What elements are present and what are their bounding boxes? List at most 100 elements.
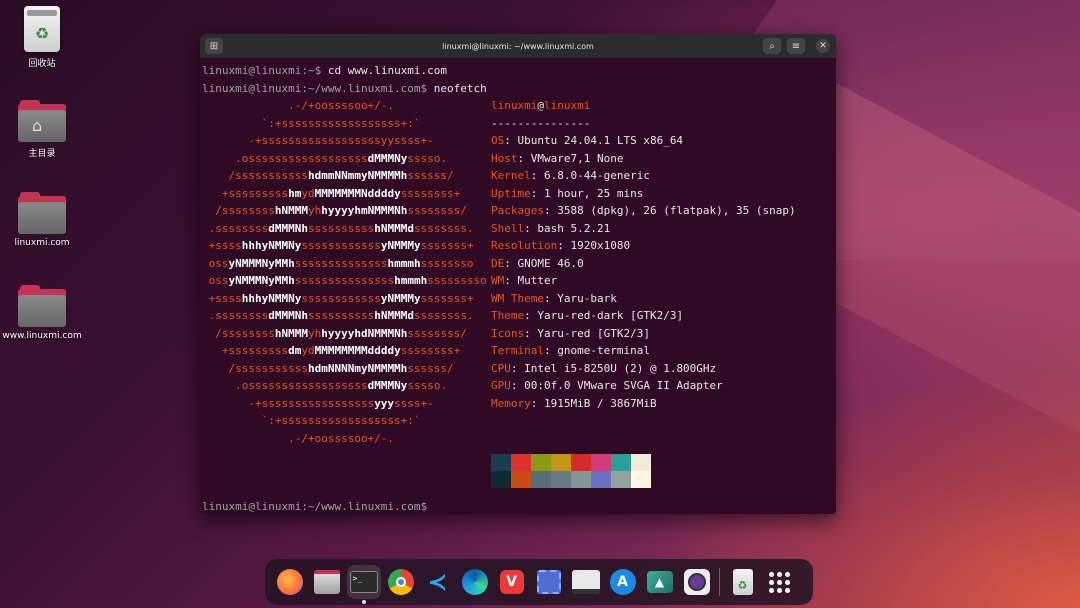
dock-camera[interactable] [680,565,714,599]
ubuntu-ascii-logo: .-/+oossssoo+/-. `:+ssssssssssssssssss+:… [202,97,492,447]
logo-line: .ossssssssssssssssssdMMMNysssso. [202,151,448,165]
logo-line: +sssshhhyNMMNyssssssssssssyNMMMysssssss+ [202,291,474,305]
folder-icon [18,192,66,234]
folder-icon [18,285,66,327]
info-key: GPU [491,379,511,392]
desktop-icon-label: 主目录 [28,149,56,159]
dock-firefox[interactable] [273,565,307,599]
color-swatch [491,471,511,488]
info-key: Shell [491,221,525,235]
info-row: Packages: 3588 (dpkg), 26 (flatpak), 35 … [491,202,796,220]
desktop-icon-linuxmi-folder[interactable]: linuxmi.com [0,192,84,248]
color-swatch [631,471,651,488]
dock: >_ ≺ V A ▲ ♻ [265,559,813,605]
info-value: : 1915MiB / 3867MiB [530,396,657,410]
color-swatch [591,471,611,488]
prompt: linuxmi@linuxmi:~/www.linuxmi.com$ [202,81,428,95]
info-row: Icons: Yaru-red [GTK2/3] [491,325,796,343]
terminal-window[interactable]: ⊞ linuxmi@linuxmi: ~/www.linuxmi.com ⌕ ≡… [200,34,836,514]
terminal-titlebar[interactable]: ⊞ linuxmi@linuxmi: ~/www.linuxmi.com ⌕ ≡… [200,34,836,58]
info-value: : 3588 (dpkg), 26 (flatpak), 35 (snap) [543,204,796,217]
info-row: Host: VMware7,1 None [491,150,796,168]
dock-trash[interactable]: ♻ [726,565,760,599]
color-swatch [511,471,531,488]
desktop-icon-home[interactable]: ⌂ 主目录 [0,100,84,159]
dock-app-center[interactable]: A [606,565,640,599]
color-swatch [591,454,611,471]
info-value: : VMware7,1 None [517,151,624,165]
info-value: : GNOME 46.0 [504,256,584,270]
drive-icon [571,570,600,594]
desktop-icon-trash[interactable]: ♻ 回收站 [0,6,84,69]
info-value: : 1 hour, 25 mins [530,186,644,200]
command-line: linuxmi@linuxmi:~$ cd www.linuxmi.com [202,62,836,80]
close-button[interactable]: ✕ [816,39,830,53]
dock-vscode[interactable]: ≺ [421,565,455,599]
logo-line: /sssssssshNMMMyhhyyyyhdNMMMNhssssssss/ [202,326,467,340]
info-user: linuxmi [491,99,538,112]
camera-icon [683,569,710,595]
info-at: @ [537,99,544,112]
info-key: DE [491,256,505,270]
logo-line: +ssssssssshmydMMMMMMMNddddyssssssss+ [202,186,461,200]
dock-files[interactable] [310,565,344,599]
info-value: : Yaru-red-dark [GTK2/3] [524,309,684,322]
new-tab-button[interactable]: ⊞ [205,38,223,54]
info-key: CPU [491,361,511,375]
dock-drive[interactable] [569,565,603,599]
logo-line: .ssssssssdMMMNhsssssssssshNMMMdssssssss. [202,221,474,235]
dock-screenshot[interactable] [532,565,566,599]
prompt: linuxmi@linuxmi:~/www.linuxmi.com$ [202,500,428,513]
search-icon: ⌕ [769,40,775,52]
dock-edge[interactable] [458,565,492,599]
color-swatch [491,454,511,471]
color-swatch [631,454,651,471]
desktop-icon-www-folder[interactable]: www.linuxmi.com [0,285,84,341]
info-value: : gnome-terminal [543,344,650,357]
info-row: CPU: Intel i5-8250U (2) @ 1.800GHz [491,360,796,378]
info-key: Theme [491,309,525,322]
info-row: Terminal: gnome-terminal [491,342,796,360]
logo-line: /ssssssssssshdmmNNmmyNMMMMhssssss/ [202,169,454,182]
dock-cap[interactable]: ▲ [643,565,677,599]
info-header: linuxmi@linuxmi [491,97,796,115]
dock-chrome[interactable] [384,565,418,599]
color-palette [491,454,651,488]
edge-icon [461,569,488,595]
info-row: OS: Ubuntu 24.04.1 LTS x86_64 [491,132,796,150]
close-icon: ✕ [819,41,827,51]
info-row: Theme: Yaru-red-dark [GTK2/3] [491,307,796,325]
info-key: Resolution [491,239,558,252]
info-row: DE: GNOME 46.0 [491,255,796,273]
info-key: WM Theme [491,291,544,305]
dock-terminal[interactable]: >_ [346,565,381,604]
dock-separator [719,568,720,596]
info-key: Packages [491,204,544,217]
logo-line: .ossssssssssssssssssdMMMNysssso. [202,379,448,392]
info-row: Resolution: 1920x1080 [491,237,796,255]
show-apps-icon [769,571,790,593]
screenshot-icon [536,570,561,594]
logo-line: .ssssssssdMMMNhsssssssssshNMMMdssssssss. [202,309,474,322]
window-title: linuxmi@linuxmi: ~/www.linuxmi.com [442,41,594,51]
color-swatch [551,454,571,471]
info-key: Kernel [491,169,531,182]
search-button[interactable]: ⌕ [763,38,781,54]
menu-button[interactable]: ≡ [787,38,805,54]
info-row: Kernel: 6.8.0-44-generic [491,167,796,185]
vivaldi-icon: V [499,570,524,594]
info-separator: --------------- [491,116,591,130]
desktop-icon-label: 回收站 [28,59,56,69]
home-folder-icon: ⌂ [18,100,66,142]
dock-show-apps[interactable] [763,565,797,599]
dock-vivaldi[interactable]: V [495,565,529,599]
command-line: linuxmi@linuxmi:~/www.linuxmi.com$ neofe… [202,80,836,98]
color-swatch [531,471,551,488]
logo-line: ossyNMMMNyMMhssssssssssssssshmmmhsssssss… [202,274,487,287]
info-row: GPU: 00:0f.0 VMware SVGA II Adapter [491,377,796,395]
info-key: Uptime [491,186,531,200]
terminal-content[interactable]: linuxmi@linuxmi:~$ cd www.linuxmi.com li… [202,62,836,514]
info-key: Icons [491,326,525,340]
info-value: : Intel i5-8250U (2) @ 1.800GHz [510,361,717,375]
desktop-icon-label: www.linuxmi.com [2,331,82,341]
